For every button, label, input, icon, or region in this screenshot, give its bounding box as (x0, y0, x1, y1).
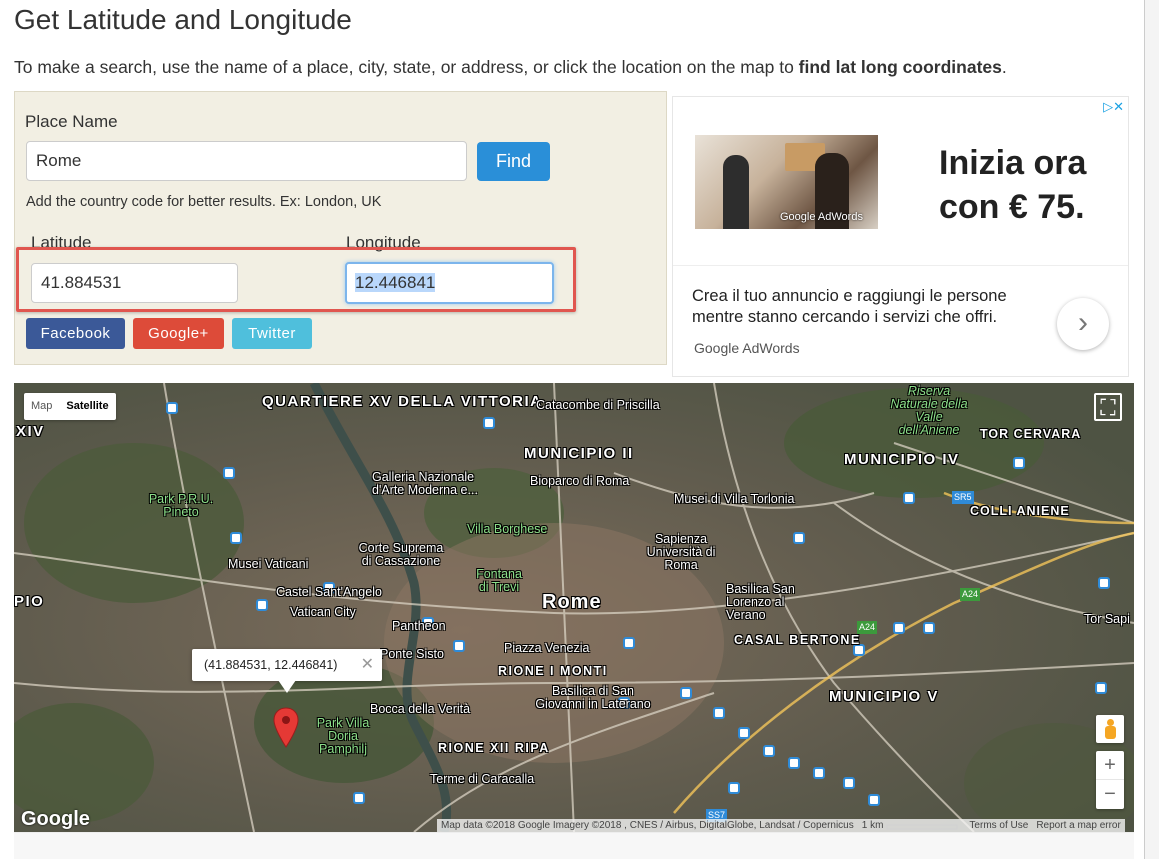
place-name-input[interactable]: Rome (26, 141, 467, 181)
advertisement[interactable]: ▷✕ Google AdWords Inizia ora con € 75. C… (672, 96, 1129, 377)
map-label-riserva: Riserva Naturale della Valle dell'Aniene (890, 384, 968, 437)
intro-suffix: . (1001, 57, 1007, 77)
ad-next-arrow-icon[interactable]: › (1057, 298, 1109, 350)
ad-body[interactable]: Crea il tuo annuncio e raggiungi le pers… (673, 265, 1128, 376)
map-label-tor-cervara: TOR CERVARA (980, 427, 1082, 441)
map-label-galleria: Galleria Nazionale d'Arte Moderna e... (372, 470, 478, 497)
map-marker-icon[interactable] (273, 707, 299, 749)
google-logo[interactable]: Google (21, 808, 90, 831)
below-map-area (14, 832, 1134, 859)
map-label-musei-torlonia: Musei di Villa Torlonia (674, 492, 795, 506)
ad-brand: Google AdWords (694, 340, 800, 356)
map-label-rione-ripa: RIONE XII RIPA (438, 741, 550, 755)
twitter-share-button[interactable]: Twitter (232, 318, 312, 349)
map-label-park-doria: Park Villa Doria Pamphilj (316, 716, 370, 756)
google-plus-share-button[interactable]: Google+ (133, 318, 224, 349)
map-label-pantheon: Pantheon (392, 619, 446, 633)
intro-prefix: To make a search, use the name of a plac… (14, 57, 799, 77)
page-gutter (1145, 0, 1159, 859)
find-button[interactable]: Find (477, 142, 550, 181)
report-map-error-link[interactable]: Report a map error (1036, 819, 1120, 832)
info-window-coordinates: (41.884531, 12.446841) (204, 658, 338, 672)
map-label-casal-bertone: CASAL BERTONE (734, 633, 861, 647)
road-shield-sr5: SR5 (952, 491, 974, 504)
map-label-municipio-v: MUNICIPIO V (829, 688, 939, 705)
intro-bold: find lat long coordinates (798, 57, 1002, 77)
road-shield-a24: A24 (960, 588, 981, 601)
longitude-selected-text: 12.446841 (355, 273, 436, 292)
fullscreen-icon[interactable]: ⛶ (1094, 393, 1122, 421)
map-label-municipio-iv: MUNICIPIO IV (844, 451, 960, 468)
map-label-quartiere: QUARTIERE XV DELLA VITTORIA (262, 393, 543, 410)
map-data-credit: Map data ©2018 Google Imagery ©2018 , CN… (441, 820, 854, 831)
map-info-window: (41.884531, 12.446841) ✕ (192, 649, 382, 681)
ad-description: Crea il tuo annuncio e raggiungi le pers… (692, 287, 1007, 326)
map-attribution: Map data ©2018 Google Imagery ©2018 , CN… (437, 819, 1125, 832)
facebook-share-button[interactable]: Facebook (26, 318, 125, 349)
page-title: Get Latitude and Longitude (14, 4, 352, 35)
map-label-catacombe: Catacombe di Priscilla (536, 398, 660, 412)
map-label-bioparco: Bioparco di Roma (530, 474, 630, 488)
terms-of-use-link[interactable]: Terms of Use (969, 819, 1028, 832)
person-shape (723, 155, 749, 229)
zoom-out-button[interactable]: − (1096, 780, 1124, 809)
map-label-bocca-verita: Bocca della Verità (370, 702, 471, 716)
longitude-field[interactable]: 12.446841 (345, 262, 554, 304)
map[interactable]: QUARTIERE XV DELLA VITTORIA Catacombe di… (14, 383, 1134, 832)
ad-image[interactable]: Google AdWords (695, 135, 878, 229)
ad-headline-line2: con € 75. (939, 188, 1085, 226)
map-label-basilica-lorenzo: Basilica San Lorenzo al Verano (726, 582, 795, 622)
map-type-map-button[interactable]: Map (24, 393, 59, 420)
map-label-villa-borghese: Villa Borghese (467, 522, 548, 536)
map-label-xiv: XIV (16, 423, 45, 440)
page: Get Latitude and Longitude To make a sea… (0, 0, 1145, 859)
map-label-castel-santangelo: Castel Sant'Angelo (276, 585, 382, 599)
ad-headline-line1: Inizia ora (939, 144, 1087, 182)
map-label-municipio-ii: MUNICIPIO II (524, 445, 634, 462)
map-scale-label[interactable]: 1 km (862, 819, 884, 832)
map-label-pio: PIO (14, 593, 45, 610)
map-label-ponte-sisto: Ponte Sisto (380, 647, 444, 661)
road-shield-a24: A24 (857, 621, 878, 634)
pegman-body-shape (1105, 726, 1116, 739)
country-code-hint: Add the country code for better results.… (26, 194, 382, 210)
map-type-control: Map Satellite (24, 393, 116, 420)
map-label-tor-sapienza: Tor Sapi (1084, 612, 1130, 626)
search-form-panel: Place Name Rome Find Add the country cod… (14, 91, 667, 365)
map-scale-bar (891, 819, 961, 832)
map-label-sapienza: Sapienza Università di Roma (646, 532, 716, 572)
adchoices-icon[interactable]: ▷✕ (1103, 99, 1124, 115)
close-icon[interactable]: ✕ (361, 649, 374, 681)
intro-text: To make a search, use the name of a plac… (14, 57, 1007, 78)
map-label-terme-caracalla: Terme di Caracalla (430, 772, 535, 786)
map-label-colli-aniene: COLLI ANIENE (970, 504, 1070, 518)
map-label-basilica-giovanni: Basilica di San Giovanni in Laterano (535, 684, 651, 711)
ad-image-watermark: Google AdWords (780, 211, 863, 223)
ad-headline[interactable]: Inizia ora con € 75. (939, 141, 1086, 229)
ad-banner[interactable]: ▷✕ Google AdWords Inizia ora con € 75. (673, 97, 1128, 265)
place-name-label: Place Name (25, 112, 118, 131)
map-type-satellite-button[interactable]: Satellite (59, 393, 115, 420)
info-window-pointer (278, 680, 296, 693)
pegman-head-shape (1107, 719, 1114, 726)
map-label-piazza-venezia: Piazza Venezia (504, 641, 590, 655)
map-label-corte-suprema: Corte Suprema di Cassazione (358, 541, 444, 568)
map-label-fontana-trevi: Fontana di Trevi (476, 567, 522, 594)
map-label-vatican-city: Vatican City (290, 605, 356, 619)
street-view-pegman-icon[interactable] (1096, 715, 1124, 743)
map-label-park-pineto: Park P.R.U. Pineto (148, 492, 214, 519)
map-label-rione-monti: RIONE I MONTI (498, 664, 608, 678)
latitude-field[interactable]: 41.884531 (31, 263, 238, 303)
zoom-in-button[interactable]: + (1096, 751, 1124, 780)
map-label-rome: Rome (542, 591, 602, 613)
zoom-control: + − (1096, 751, 1124, 809)
map-label-musei-vaticani: Musei Vaticani (228, 557, 309, 571)
